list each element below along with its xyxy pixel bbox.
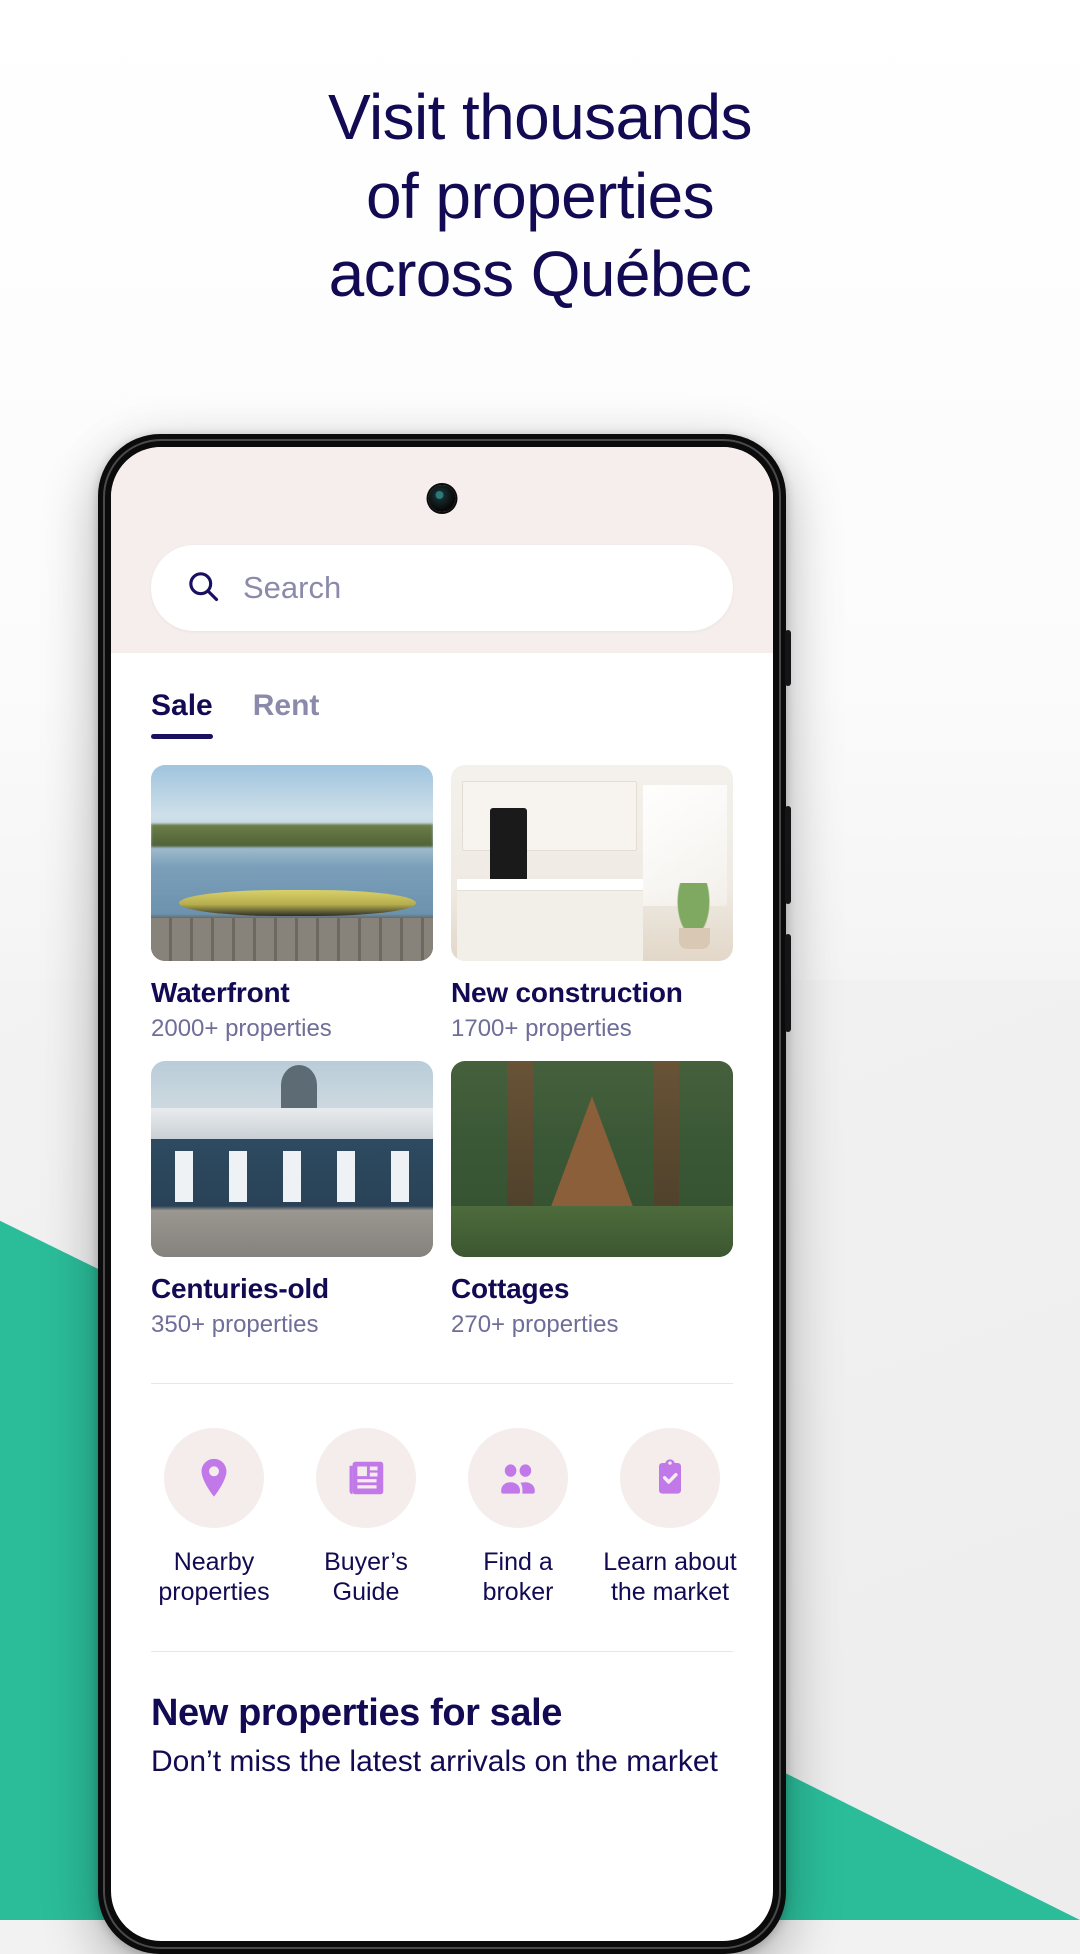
new-properties-section: New properties for sale Don’t miss the l… xyxy=(111,1651,773,1779)
category-title: Waterfront xyxy=(151,977,290,1008)
category-count: 350+ properties xyxy=(151,1311,319,1338)
newspaper-icon xyxy=(349,1461,384,1495)
tab-rent[interactable]: Rent xyxy=(253,689,320,739)
phone-side-button-middle[interactable] xyxy=(785,806,791,904)
clipboard-check-icon xyxy=(659,1459,681,1494)
label-line-2: broker xyxy=(482,1577,554,1606)
label-line-2: Guide xyxy=(332,1577,400,1606)
category-card-centuries-old[interactable]: Centuries-old 350+ properties xyxy=(151,1061,433,1339)
phone-side-button-top[interactable] xyxy=(785,630,791,686)
icon-circle xyxy=(468,1428,568,1528)
map-pin-icon xyxy=(201,1458,227,1497)
category-card-waterfront[interactable]: Waterfront 2000+ properties xyxy=(151,765,433,1043)
phone-side-button-bottom[interactable] xyxy=(785,934,791,1032)
label-line-1: Learn about xyxy=(603,1548,737,1576)
historic-windows xyxy=(159,1151,425,1203)
category-count: 270+ properties xyxy=(451,1311,619,1338)
quick-action-label: Find a broker xyxy=(483,1548,554,1607)
section-title: New properties for sale xyxy=(151,1692,563,1734)
phone-screen: Search Sale Rent Waterfront 2000+ proper… xyxy=(111,447,773,1941)
icon-circle xyxy=(316,1428,416,1528)
label-line-1: Buyer’s xyxy=(324,1548,408,1576)
section-divider-bottom xyxy=(151,1651,733,1652)
quick-action-learn-about-the-market[interactable]: Learn about the market xyxy=(597,1428,743,1607)
icon-circle xyxy=(164,1428,264,1528)
category-title: New construction xyxy=(451,977,683,1008)
label-line-2: the market xyxy=(610,1577,730,1606)
listing-type-tabs: Sale Rent xyxy=(111,653,773,739)
page-headline: Visit thousands of properties across Qué… xyxy=(0,78,1080,314)
forest-ground xyxy=(451,1206,733,1257)
category-title: Cottages xyxy=(451,1273,570,1304)
icon-circle xyxy=(620,1428,720,1528)
search-icon xyxy=(185,568,221,609)
category-count: 1700+ properties xyxy=(451,1015,632,1042)
kitchen-plant-pot xyxy=(679,927,711,950)
front-camera-punch-hole xyxy=(428,485,456,512)
historic-stone-base xyxy=(151,1209,433,1257)
kitchen-countertop xyxy=(456,878,643,891)
phone-mockup: Search Sale Rent Waterfront 2000+ proper… xyxy=(98,434,791,1954)
category-card-cottages[interactable]: Cottages 270+ properties xyxy=(451,1061,733,1339)
quick-action-find-a-broker[interactable]: Find a broker xyxy=(445,1428,591,1607)
headline-line-3: across Québec xyxy=(328,238,752,311)
people-icon xyxy=(501,1464,535,1494)
label-line-2: properties xyxy=(158,1577,270,1606)
dock-planks xyxy=(151,917,433,961)
quick-action-nearby-properties[interactable]: Nearby properties xyxy=(141,1428,287,1607)
quick-actions-row: Nearby properties Buyer’s Guide Find a b… xyxy=(111,1384,773,1607)
category-grid: Waterfront 2000+ properties New construc… xyxy=(111,739,773,1339)
label-line-1: Find a xyxy=(483,1548,553,1576)
centuries-old-photo xyxy=(151,1061,433,1257)
historic-roof xyxy=(151,1108,433,1140)
category-count: 2000+ properties xyxy=(151,1015,332,1042)
tab-sale[interactable]: Sale xyxy=(151,689,213,739)
quick-action-label: Buyer’s Guide xyxy=(324,1548,408,1607)
quick-action-label: Learn about the market xyxy=(603,1548,736,1607)
tab-sale-label: Sale xyxy=(151,689,213,722)
kitchen-oven xyxy=(490,808,528,883)
a-frame-cabin xyxy=(546,1096,638,1218)
label-line-1: Nearby xyxy=(173,1548,255,1576)
background-green-shape-right xyxy=(760,1760,1080,1920)
waterfront-photo xyxy=(151,765,433,961)
category-title: Centuries-old xyxy=(151,1273,329,1304)
section-subtitle: Don’t miss the latest arrivals on the ma… xyxy=(151,1745,718,1778)
quick-action-label: Nearby properties xyxy=(158,1548,269,1607)
app-header: Search xyxy=(111,447,773,653)
kitchen-upper-cabinets xyxy=(462,780,638,852)
search-placeholder-text: Search xyxy=(243,570,342,605)
search-input[interactable]: Search xyxy=(151,545,733,631)
headline-line-2: of properties xyxy=(366,159,715,232)
tab-rent-label: Rent xyxy=(252,689,320,722)
cottages-photo xyxy=(451,1061,733,1257)
category-card-new-construction[interactable]: New construction 1700+ properties xyxy=(451,765,733,1043)
kitchen-base-cabinets xyxy=(456,890,643,961)
new-construction-photo xyxy=(451,765,733,961)
quick-action-buyers-guide[interactable]: Buyer’s Guide xyxy=(293,1428,439,1607)
headline-line-1: Visit thousands xyxy=(328,81,752,153)
